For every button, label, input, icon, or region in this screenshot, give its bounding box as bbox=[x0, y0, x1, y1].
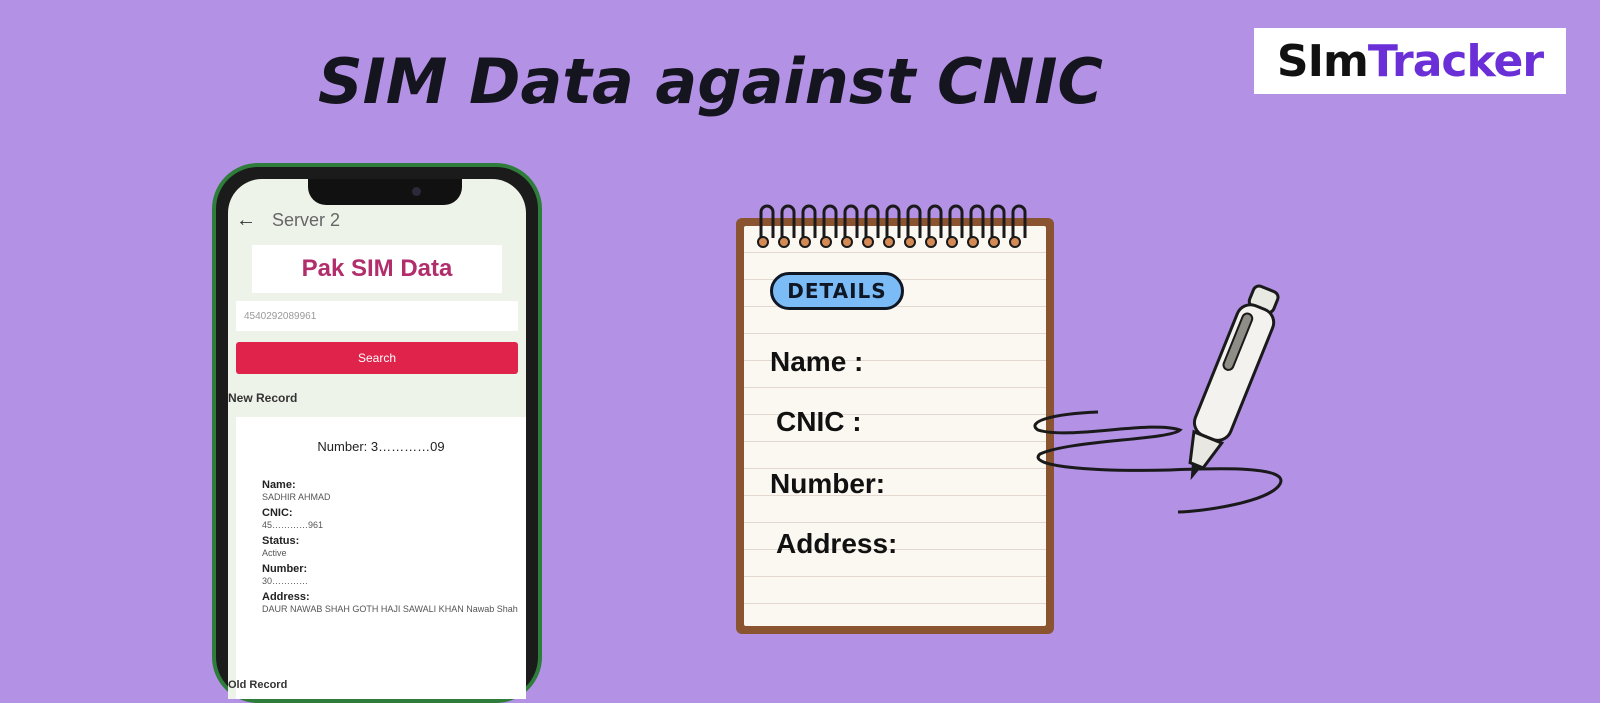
phone-screen: ← Server 2 Pak SIM Data Search New Recor… bbox=[228, 179, 526, 699]
page-headline: SIM Data against CNIC bbox=[318, 45, 1103, 118]
search-button[interactable]: Search bbox=[236, 342, 518, 374]
back-arrow-icon[interactable]: ← bbox=[236, 209, 256, 232]
phone-mockup: ← Server 2 Pak SIM Data Search New Recor… bbox=[212, 163, 542, 703]
logo-part-sim: SIm bbox=[1276, 35, 1369, 87]
notepad-address-label: Address: bbox=[776, 528, 898, 559]
notepad-cnic-label: CNIC : bbox=[776, 406, 862, 437]
number-field-value: 30………… bbox=[262, 576, 309, 586]
logo-part-tracker: Tracker bbox=[1367, 35, 1544, 87]
name-label: Name: bbox=[262, 479, 296, 491]
notepad-number-label: Number: bbox=[770, 468, 886, 499]
app-bar-title: Server 2 bbox=[272, 210, 341, 230]
cnic-label: CNIC: bbox=[262, 507, 293, 519]
cnic-input[interactable] bbox=[236, 301, 518, 331]
phone-notch bbox=[308, 179, 462, 205]
simtracker-logo[interactable]: SIm Tracker bbox=[1254, 28, 1566, 94]
cnic-value: 45…………961 bbox=[262, 520, 324, 530]
status-value: Active bbox=[262, 548, 287, 558]
name-value: SADHIR AHMAD bbox=[262, 492, 331, 502]
record-fields: Name: SADHIR AHMAD CNIC: 45…………961 Statu… bbox=[262, 477, 522, 619]
app-bar: ← Server 2 bbox=[236, 209, 340, 232]
record-number: Number: 3…………09 bbox=[317, 439, 445, 454]
number-field-label: Number: bbox=[262, 563, 308, 575]
address-label: Address: bbox=[262, 591, 310, 603]
spiral-binding-icon bbox=[757, 204, 1027, 248]
new-record-label: New Record bbox=[228, 391, 298, 405]
notepad-name-label: Name : bbox=[770, 346, 864, 377]
record-card: Number: 3…………09 Name: SADHIR AHMAD CNIC:… bbox=[236, 417, 526, 699]
old-record-label: Old Record bbox=[228, 679, 288, 691]
address-value: DAUR NAWAB SHAH GOTH HAJI SAWALI KHAN Na… bbox=[262, 604, 518, 614]
app-brand-title: Pak SIM Data bbox=[252, 245, 502, 293]
details-badge: DETAILS bbox=[770, 272, 904, 310]
status-label: Status: bbox=[262, 535, 300, 547]
camera-icon bbox=[412, 187, 421, 196]
pen-icon bbox=[1033, 284, 1283, 514]
